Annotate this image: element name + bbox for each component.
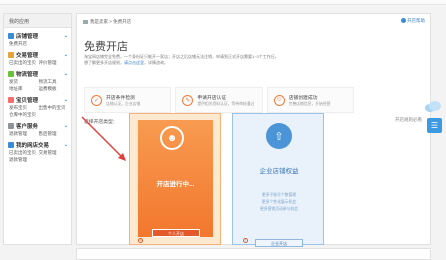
warning-icon: ! (138, 238, 143, 243)
sidebar-link[interactable]: 运费模板 (39, 85, 69, 92)
sidebar-link[interactable]: 交易管理 (39, 149, 69, 156)
top-bar (0, 0, 446, 5)
sidebar-group-label: 客户服务 (16, 124, 39, 130)
rules-link[interactable]: 请点击这里 (124, 60, 144, 65)
sidebar-link[interactable]: 仓库中的宝贝 (9, 111, 39, 118)
chevron-down-icon[interactable]: ⌄ (64, 123, 68, 129)
sidebar-group-title[interactable]: 我的网店交易 ⌄ (8, 141, 68, 149)
bottom-panel (76, 248, 431, 260)
edit-icon: ✎ (182, 94, 194, 106)
breadcrumb-separator: > (109, 19, 112, 24)
sidebar-link[interactable] (39, 40, 69, 47)
sidebar-link[interactable]: 地址库 (9, 85, 39, 92)
sidebar-link[interactable]: 发货 (9, 78, 39, 85)
enterprise-title: 企业店铺权益 (259, 168, 299, 175)
cloud-upload-icon: ⇧ (266, 123, 292, 149)
step-subtitle: 店铺认证，企业店铺 (106, 101, 141, 106)
home-icon (83, 19, 88, 24)
sidebar-group-service: 客户服务 ⌄ 退款管理 售后管理 (4, 118, 71, 137)
trade-icon (8, 52, 14, 58)
sidebar-link[interactable]: 物流工具 (39, 78, 69, 85)
personal-open-button[interactable]: 个人开店 (152, 229, 200, 237)
description-text: ，详情咨询。 (144, 60, 168, 65)
enterprise-shop-card[interactable]: ⇧ 企业店铺权益 更多子账号个数管理 更多个性化展示机会 更多营销活动参与机会 … (232, 113, 325, 247)
sidebar-link[interactable]: 发布宝贝 (9, 104, 39, 111)
help-icon (401, 18, 406, 24)
sidebar: 我的应用 店铺管理 ⌄ 免费开店 交易管理 ⌄ 已卖出的宝贝 评价管理 物流管理… (3, 13, 72, 245)
page-title: 免费开店 (84, 41, 128, 53)
step-item: ✓ 开店条件检测 店铺认证，企业店铺 (84, 87, 172, 113)
chevron-down-icon[interactable]: ⌄ (64, 142, 68, 148)
sidebar-group-logistics: 物流管理 ⌄ 发货 物流工具 地址库 运费模板 (4, 66, 71, 92)
service-icon (8, 123, 14, 129)
step-subtitle: 完善店铺信息，开始经营 (288, 101, 331, 106)
rules-more-link[interactable]: 开店规则必看 (395, 117, 422, 123)
sidebar-group-label: 我的网店交易 (16, 143, 50, 149)
benefit-item: 更多个性化展示机会 (261, 200, 297, 204)
sidebar-group-trade: 交易管理 ⌄ 已卖出的宝贝 评价管理 (4, 47, 71, 66)
chevron-down-icon[interactable]: ⌄ (64, 97, 68, 103)
sidebar-link[interactable]: 免费开店 (9, 40, 39, 47)
page-description: 淘宝网店铺完全免费，一个身份证只能开一家店；开店之后店铺无法注销，申请到正式开店… (84, 54, 314, 66)
description-text: 想了解更多开店规则， (84, 60, 124, 65)
breadcrumb-home[interactable]: 我是卖家 (90, 19, 108, 24)
chevron-down-icon[interactable]: ⌄ (64, 33, 68, 39)
floating-service-button[interactable]: ☰ (427, 118, 442, 133)
sidebar-group-title[interactable]: 物流管理 ⌄ (8, 70, 68, 78)
sidebar-group-title[interactable]: 客户服务 ⌄ (8, 122, 68, 130)
sidebar-group-title[interactable]: 交易管理 ⌄ (8, 51, 68, 59)
help-label: 开店帮助 (407, 18, 425, 23)
sidebar-group-shop: 店铺管理 ⌄ 免费开店 (4, 28, 71, 47)
sidebar-group-label: 交易管理 (16, 53, 39, 59)
sidebar-link[interactable]: 售后管理 (39, 130, 69, 137)
chevron-down-icon[interactable]: ⌄ (64, 52, 68, 58)
sidebar-group-label: 物流管理 (16, 72, 39, 78)
check-icon: ✓ (91, 94, 102, 106)
step-item: ☺ 店铺创建成功 完善店铺信息，开始经营 (266, 87, 354, 113)
sidebar-link[interactable]: 已卖出的宝贝 (9, 149, 39, 156)
step-item: ✎ 申请开店认证 提供相关资料认证，等待审核通过 (175, 87, 263, 113)
step-title: 开店条件检测 (106, 95, 135, 101)
enterprise-benefits-list: 更多子账号个数管理 更多个性化展示机会 更多营销活动参与机会 (233, 192, 325, 213)
chat-icon: ☰ (430, 121, 439, 130)
smile-icon: ☺ (273, 94, 285, 106)
shop-icon (8, 33, 14, 39)
sidebar-link[interactable]: 退款管理 (9, 156, 39, 163)
benefit-item: 更多子账号个数管理 (261, 193, 297, 197)
sidebar-group-title[interactable]: 宝贝管理 ⌄ (8, 96, 68, 104)
help-link[interactable]: 开店帮助 (401, 18, 425, 24)
person-icon: ☻ (160, 126, 184, 150)
item-icon (8, 97, 14, 103)
sidebar-link[interactable]: 退款管理 (9, 130, 39, 137)
truck-icon (8, 71, 14, 77)
sidebar-group-label: 店铺管理 (16, 34, 39, 40)
step-title: 申请开店认证 (197, 95, 227, 101)
sidebar-link[interactable]: 出售中的宝贝 (39, 104, 69, 111)
sidebar-group-items: 宝贝管理 ⌄ 发布宝贝 出售中的宝贝 仓库中的宝贝 (4, 92, 71, 118)
cart-icon (8, 142, 14, 148)
process-steps: ✓ 开店条件检测 店铺认证，企业店铺 ✎ 申请开店认证 提供相关资料认证，等待审核通… (84, 87, 354, 113)
sidebar-group-label: 宝贝管理 (16, 98, 39, 104)
breadcrumb: 我是卖家 > 免费开店 (83, 19, 131, 25)
annotation-arrow (81, 116, 126, 161)
enterprise-open-button[interactable]: 企业开店 (255, 239, 303, 247)
sidebar-group-title[interactable]: 店铺管理 ⌄ (8, 32, 68, 40)
step-title: 店铺创建成功 (288, 95, 318, 101)
page: 我的应用 店铺管理 ⌄ 免费开店 交易管理 ⌄ 已卖出的宝贝 评价管理 物流管理… (0, 0, 446, 260)
sidebar-group-mytrade: 我的网店交易 ⌄ 已卖出的宝贝 交易管理 退款管理 (4, 137, 71, 163)
personal-shop-card[interactable]: ☻ 开店进行中... 个人开店 ! (129, 113, 221, 245)
open-status: 开店进行中... (156, 181, 195, 188)
description-line: 想了解更多开店规则，请点击这里，详情咨询。 (84, 60, 314, 66)
warning-icon: ! (243, 238, 248, 243)
benefit-item: 更多营销活动参与机会 (260, 207, 298, 211)
step-subtitle: 提供相关资料认证，等待审核通过 (197, 101, 255, 106)
breadcrumb-current: 免费开店 (113, 19, 132, 24)
sidebar-link[interactable]: 已卖出的宝贝 (9, 59, 39, 66)
sidebar-header: 我的应用 (4, 14, 71, 28)
sidebar-link[interactable]: 评价管理 (39, 59, 69, 66)
personal-shop-panel: ☻ 开店进行中... 个人开店 (138, 120, 213, 237)
cloud-icon (425, 101, 441, 112)
chevron-down-icon[interactable]: ⌄ (64, 71, 68, 77)
